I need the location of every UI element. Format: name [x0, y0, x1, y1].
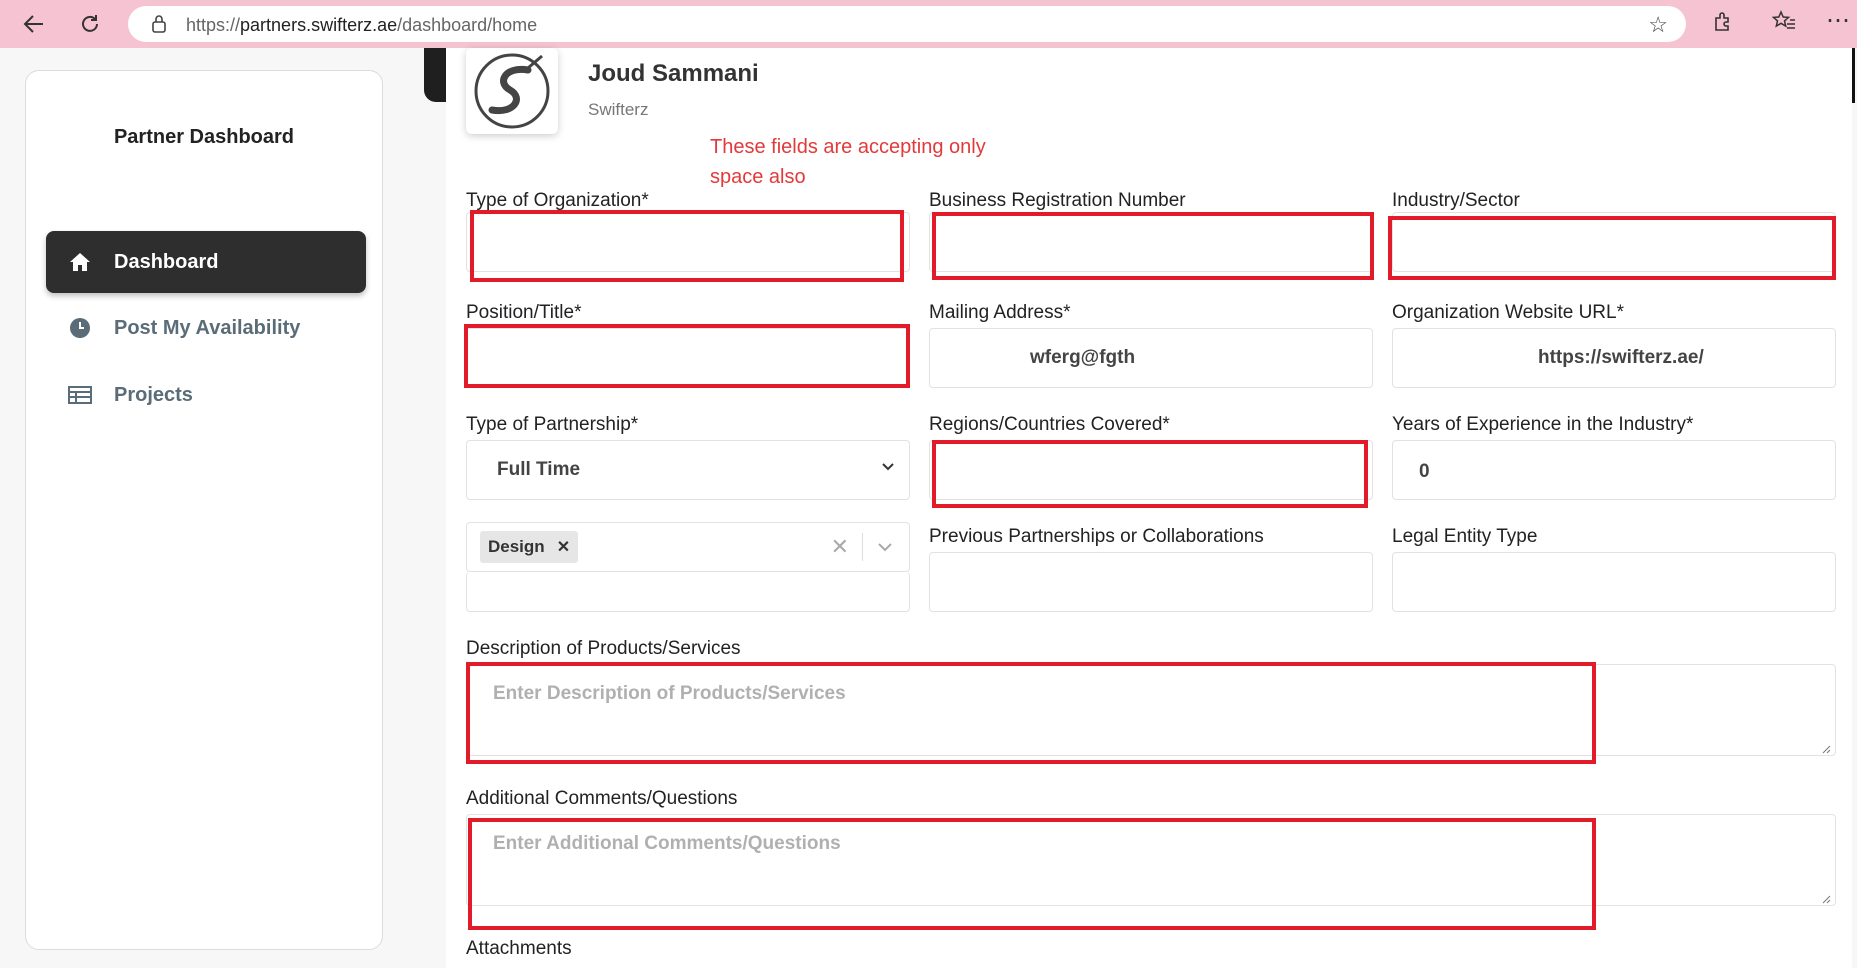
highlight-additional-comments	[468, 818, 1596, 930]
scrollbar[interactable]	[1852, 48, 1855, 103]
multiselect-lower-area	[466, 572, 910, 612]
sidebar-item-post-my-availability[interactable]: Post My Availability	[46, 297, 366, 359]
previous-partnerships-input[interactable]	[929, 552, 1373, 612]
organization-website-url-value: https://swifterz.ae/	[1538, 347, 1704, 368]
reload-icon[interactable]	[74, 8, 106, 40]
description-label: Description of Products/Services	[466, 638, 741, 659]
sidebar-title: Partner Dashboard	[113, 126, 295, 148]
back-arrow-icon[interactable]	[18, 8, 50, 40]
url-text: https://partners.swifterz.ae/dashboard/h…	[186, 15, 537, 36]
address-bar[interactable]: https://partners.swifterz.ae/dashboard/h…	[128, 6, 1686, 42]
attachments-label: Attachments	[466, 938, 572, 959]
additional-comments-label: Additional Comments/Questions	[466, 788, 738, 809]
extensions-icon[interactable]	[1712, 10, 1734, 38]
clock-icon	[68, 316, 92, 340]
type-of-organization-label: Type of Organization*	[466, 190, 649, 211]
highlight-business-registration-number	[932, 212, 1374, 280]
resize-handle-icon[interactable]	[1821, 741, 1831, 754]
favorite-star-icon[interactable]: ☆	[1648, 12, 1668, 38]
url-host: partners.swifterz.ae	[240, 15, 398, 35]
highlight-industry-sector	[1388, 216, 1836, 280]
business-registration-number-label: Business Registration Number	[929, 190, 1186, 211]
company-logo	[466, 48, 558, 134]
url-path: /dashboard/home	[397, 15, 538, 35]
legal-entity-type-input[interactable]	[1392, 552, 1836, 612]
multiselect-separator	[862, 533, 863, 561]
home-icon	[68, 250, 92, 274]
highlight-description	[466, 662, 1596, 764]
organization-website-url-input[interactable]: https://swifterz.ae/	[1392, 328, 1836, 388]
browser-toolbar: https://partners.swifterz.ae/dashboard/h…	[0, 0, 1857, 48]
sidebar-item-label: Dashboard	[114, 250, 219, 273]
chip-remove-icon[interactable]: ✕	[557, 537, 570, 557]
previous-partnerships-label: Previous Partnerships or Collaborations	[929, 526, 1264, 547]
type-of-partnership-value: Full Time	[497, 459, 581, 480]
mailing-address-label: Mailing Address*	[929, 302, 1071, 323]
url-prefix: https://	[186, 15, 241, 35]
mailing-address-input[interactable]: wferg@fgth	[929, 328, 1373, 388]
skill-chip-label: Design	[488, 537, 545, 556]
resize-handle-icon[interactable]	[1821, 891, 1831, 904]
position-title-label: Position/Title*	[466, 302, 582, 323]
profile-name: Joud Sammani	[588, 60, 759, 87]
sidebar-item-dashboard[interactable]: Dashboard	[46, 231, 366, 293]
years-of-experience-input[interactable]: 0	[1392, 440, 1836, 500]
chevron-down-icon	[881, 459, 895, 473]
type-of-partnership-select[interactable]: Full Time	[466, 440, 910, 500]
profile-form-panel: Joud Sammani Swifterz These fields are a…	[446, 48, 1852, 968]
regions-countries-covered-label: Regions/Countries Covered*	[929, 414, 1170, 435]
years-of-experience-label: Years of Experience in the Industry*	[1392, 414, 1694, 435]
sidebar-item-projects[interactable]: Projects	[46, 364, 366, 426]
highlight-type-of-organization	[470, 210, 904, 282]
legal-entity-type-label: Legal Entity Type	[1392, 526, 1538, 547]
skill-chip: Design ✕	[480, 531, 579, 563]
highlight-position-title	[464, 324, 910, 388]
highlight-regions-countries-covered	[932, 440, 1368, 508]
sidebar-item-label: Post My Availability	[114, 316, 301, 339]
lock-icon[interactable]	[150, 14, 168, 33]
skills-multiselect[interactable]: Design ✕ ✕	[466, 522, 910, 572]
years-of-experience-value: 0	[1419, 461, 1430, 482]
collapsed-panel-tab[interactable]	[424, 48, 446, 102]
industry-sector-label: Industry/Sector	[1392, 190, 1520, 211]
sidebar-item-label: Projects	[114, 383, 193, 406]
profile-company: Swifterz	[588, 100, 649, 119]
organization-website-url-label: Organization Website URL*	[1392, 302, 1624, 323]
table-icon	[68, 383, 92, 407]
mailing-address-value: wferg@fgth	[1030, 347, 1136, 368]
chevron-down-icon[interactable]	[875, 537, 895, 557]
favorites-list-icon[interactable]	[1771, 10, 1796, 38]
clear-icon[interactable]: ✕	[831, 534, 849, 560]
page-viewport: Partner Dashboard Dashboard Post My Avai…	[0, 48, 1857, 968]
type-of-partnership-label: Type of Partnership*	[466, 414, 639, 435]
validation-annotation: These fields are accepting only space al…	[710, 136, 986, 188]
sidebar: Partner Dashboard Dashboard Post My Avai…	[25, 70, 383, 950]
more-menu-icon[interactable]: ⋯	[1826, 6, 1850, 35]
